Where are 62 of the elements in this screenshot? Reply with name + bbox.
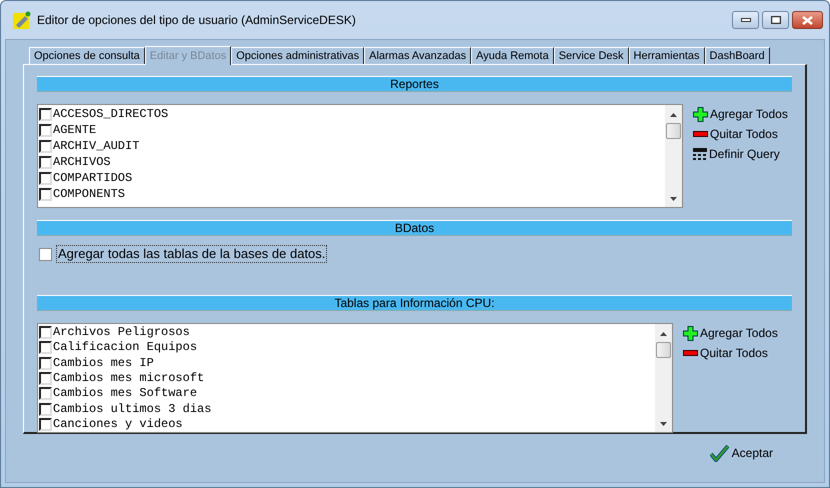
checkbox[interactable]	[39, 140, 52, 152]
accept-button[interactable]: Aceptar	[710, 444, 773, 462]
list-item[interactable]: ARCHIVOS	[53, 154, 111, 170]
list-item[interactable]: Canciones y videos	[53, 416, 183, 432]
list-item[interactable]: COMPARTIDOS	[53, 170, 132, 186]
minimize-button[interactable]	[732, 11, 759, 29]
section-header: BDatos	[37, 220, 792, 236]
checkbox[interactable]	[39, 248, 52, 260]
close-button[interactable]	[792, 11, 823, 29]
tab[interactable]: Opciones de consulta	[29, 47, 145, 64]
checkbox[interactable]	[39, 418, 52, 431]
checkbox[interactable]	[39, 341, 52, 354]
tab[interactable]: Alarmas Avanzadas	[364, 47, 472, 64]
checkbox[interactable]	[39, 124, 52, 136]
add-all-button[interactable]: Agregar Todos	[693, 106, 788, 122]
checkbox-label[interactable]: Agregar todas las tablas de la bases de datos.	[56, 245, 328, 263]
list-item[interactable]: AGENTE	[53, 122, 96, 138]
maximize-icon	[770, 16, 780, 24]
define-query-button[interactable]: Definir Query	[693, 146, 788, 162]
checkbox[interactable]	[39, 188, 52, 200]
plus-icon	[693, 106, 708, 122]
checkbox[interactable]	[39, 172, 52, 184]
scrollbar-thumb[interactable]	[656, 342, 671, 358]
list-item[interactable]: Archivos Peligrosos	[53, 325, 190, 340]
list-item[interactable]: Cambios mes IP	[53, 356, 154, 371]
minimize-icon	[740, 18, 750, 22]
checkbox[interactable]	[39, 156, 52, 168]
list-item[interactable]: Calificacion Equipos	[53, 340, 198, 356]
checkbox[interactable]	[39, 402, 52, 416]
list-item[interactable]: Cambios mes Software	[53, 386, 198, 402]
plus-icon	[683, 326, 698, 340]
tab[interactable]: Herramientas	[628, 47, 705, 64]
list-item[interactable]: COMPONENTS	[53, 186, 126, 202]
checkbox[interactable]	[39, 356, 52, 370]
scrollbar-thumb[interactable]	[666, 123, 681, 139]
list-item[interactable]: ACCESOS_DIRECTOS	[53, 106, 168, 122]
remove-all-button[interactable]: Quitar Todos	[683, 345, 778, 361]
list-item[interactable]: Cambios mes microsoft	[53, 370, 204, 386]
checkmark-icon	[710, 444, 729, 462]
app-icon	[13, 11, 31, 29]
minus-icon	[693, 131, 708, 137]
tab[interactable]: Service Desk	[554, 47, 629, 64]
add-all-button[interactable]: Agregar Todos	[683, 325, 778, 341]
minus-icon	[683, 350, 698, 356]
tab[interactable]: DashBoard	[704, 47, 770, 64]
tab[interactable]: Opciones administrativas	[231, 47, 364, 64]
scrollbar[interactable]	[655, 324, 672, 432]
checkbox[interactable]	[39, 372, 52, 385]
checkbox[interactable]	[39, 387, 52, 400]
section-header: Tablas para Información CPU:	[37, 295, 792, 311]
tab[interactable]: Ayuda Remota	[471, 47, 554, 64]
checkbox[interactable]	[39, 108, 52, 120]
scrollbar[interactable]	[665, 105, 682, 207]
close-icon	[802, 16, 813, 24]
checkbox[interactable]	[39, 326, 52, 340]
remove-all-button[interactable]: Quitar Todos	[693, 126, 788, 142]
window-title: Editor de opciones del tipo de usuario (AdminServiceDESK)	[37, 12, 356, 29]
list-item[interactable]: ARCHIV_AUDIT	[53, 138, 140, 154]
list-item[interactable]: Cambios ultimos 3 dias	[53, 402, 212, 417]
maximize-button[interactable]	[762, 11, 789, 29]
section-header: Reportes	[37, 76, 792, 92]
grid-icon	[693, 148, 707, 160]
